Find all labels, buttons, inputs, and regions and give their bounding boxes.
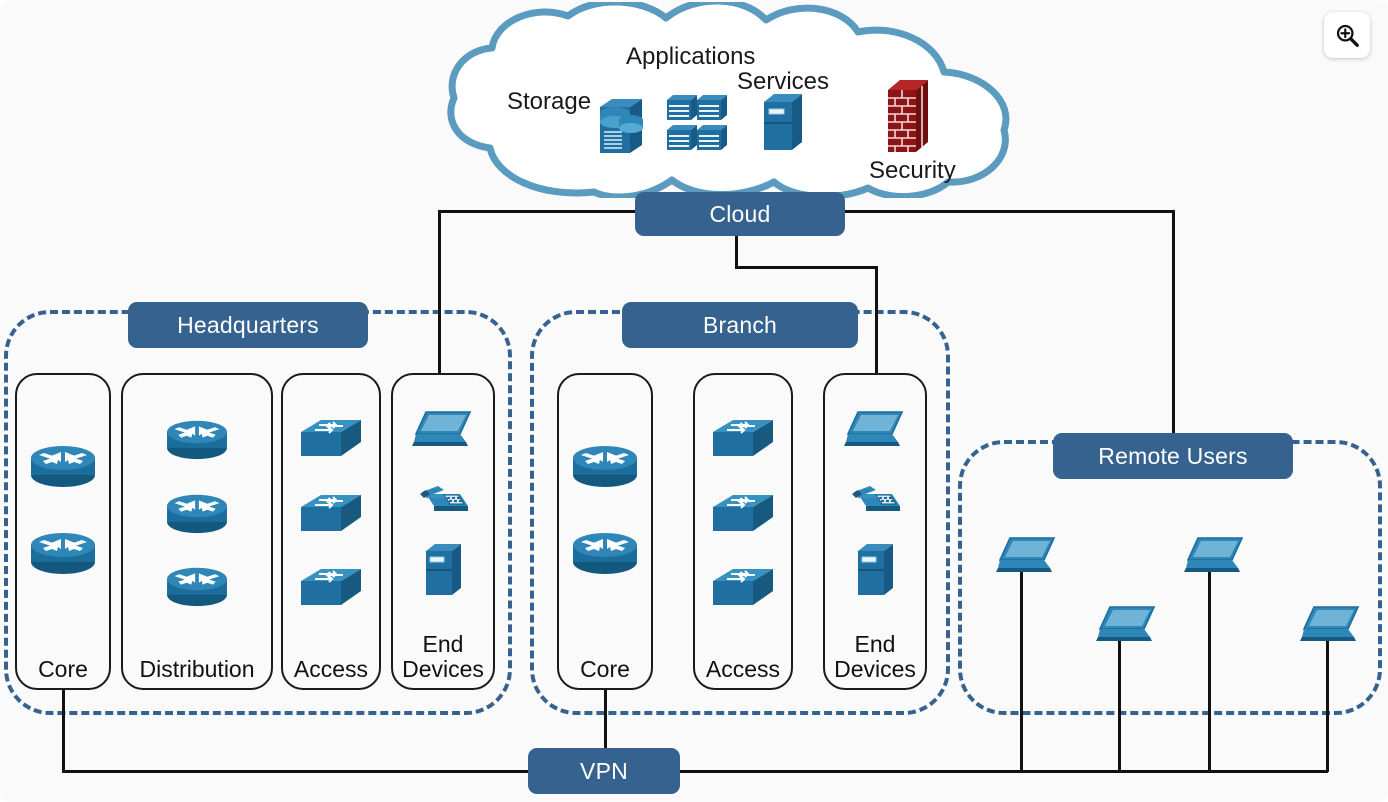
connector-remote-laptop-2-to-vpn bbox=[1118, 641, 1121, 772]
router-icon bbox=[31, 445, 95, 487]
connector-cloud-to-branch-end-devices bbox=[875, 266, 878, 375]
remote-laptop-1[interactable] bbox=[996, 534, 1058, 578]
switch-icon bbox=[713, 419, 773, 456]
laptop-icon bbox=[412, 411, 472, 447]
group-hq-core[interactable]: Core bbox=[15, 373, 111, 690]
zoom-in-button[interactable] bbox=[1324, 12, 1370, 58]
remote-laptop-4[interactable] bbox=[1300, 603, 1362, 647]
network-topology-diagram: Storage Applications Services Security H… bbox=[0, 0, 1388, 802]
firewall-brick-icon bbox=[888, 80, 928, 152]
vpn-bus-left bbox=[62, 770, 532, 773]
switch-icon bbox=[301, 419, 361, 456]
group-label-hq-distribution: Distribution bbox=[139, 656, 255, 682]
group-hq-distribution[interactable]: Distribution bbox=[121, 373, 273, 690]
group-hq-end-devices[interactable]: End Devices bbox=[391, 373, 495, 690]
server-icon bbox=[858, 543, 893, 595]
connector-remote-laptop-4-to-vpn bbox=[1326, 641, 1329, 772]
router-icon bbox=[167, 494, 227, 533]
switch-icon bbox=[301, 569, 361, 606]
cloud-item-label-security: Security bbox=[869, 157, 956, 184]
server-icon bbox=[426, 543, 461, 595]
vpn-label[interactable]: VPN bbox=[528, 748, 680, 794]
router-icon bbox=[167, 567, 227, 607]
vpn-bus-right bbox=[678, 770, 1328, 773]
group-label-branch-end-devices: End Devices bbox=[834, 631, 916, 682]
cloud-item-label-storage: Storage bbox=[507, 88, 592, 115]
connector-cloud-right-horizontal bbox=[845, 210, 1175, 213]
zone-label-remote-users[interactable]: Remote Users bbox=[1053, 433, 1293, 479]
router-icon bbox=[573, 532, 637, 574]
ip-phone-icon bbox=[420, 485, 468, 511]
connector-cloud-to-hq-end-devices bbox=[438, 210, 441, 375]
cloud-label[interactable]: Cloud bbox=[635, 192, 845, 236]
storage-array-icon bbox=[600, 99, 643, 153]
remote-laptop-3[interactable] bbox=[1184, 534, 1246, 578]
laptop-icon bbox=[844, 411, 904, 447]
connector-remote-laptop-1-to-vpn bbox=[1020, 572, 1023, 772]
group-branch-core[interactable]: Core bbox=[557, 373, 653, 690]
group-label-hq-core: Core bbox=[38, 656, 88, 682]
ip-phone-icon bbox=[852, 485, 900, 511]
router-icon bbox=[31, 532, 95, 574]
cloud-item-label-applications: Applications bbox=[626, 43, 756, 70]
router-icon bbox=[167, 420, 227, 459]
connector-cloud-to-remote-users bbox=[1172, 210, 1175, 435]
group-branch-end-devices[interactable]: End Devices bbox=[823, 373, 927, 690]
zoom-in-icon bbox=[1336, 24, 1359, 47]
application-servers-icon bbox=[667, 95, 727, 150]
connector-cloud-down-stub bbox=[735, 236, 738, 268]
group-label-branch-access: Access bbox=[705, 656, 781, 682]
connector-hq-core-to-vpn bbox=[62, 690, 65, 772]
service-server-icon bbox=[764, 94, 802, 150]
group-label-branch-core: Core bbox=[580, 656, 630, 682]
connector-remote-laptop-3-to-vpn bbox=[1208, 572, 1211, 772]
connector-branch-core-to-vpn bbox=[604, 690, 607, 748]
zone-label-headquarters[interactable]: Headquarters bbox=[128, 302, 368, 348]
switch-icon bbox=[713, 494, 773, 531]
remote-laptop-2[interactable] bbox=[1096, 603, 1158, 647]
switch-icon bbox=[713, 569, 773, 606]
zone-label-branch[interactable]: Branch bbox=[622, 302, 858, 348]
group-hq-access[interactable]: Access bbox=[281, 373, 381, 690]
group-branch-access[interactable]: Access bbox=[693, 373, 793, 690]
switch-icon bbox=[301, 494, 361, 531]
group-label-hq-access: Access bbox=[293, 656, 369, 682]
router-icon bbox=[573, 445, 637, 487]
connector-cloud-mid-horizontal bbox=[735, 266, 878, 269]
group-label-hq-end-devices: End Devices bbox=[402, 631, 484, 682]
connector-cloud-left-horizontal bbox=[438, 210, 638, 213]
